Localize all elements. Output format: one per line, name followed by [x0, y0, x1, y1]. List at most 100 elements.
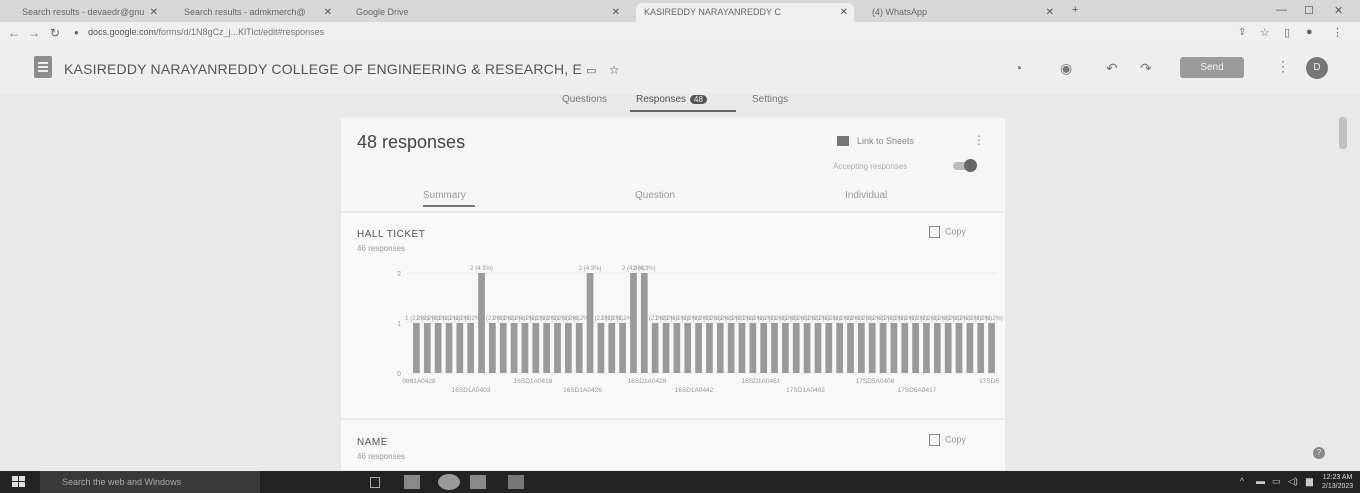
profile-icon[interactable]: ●: [1306, 26, 1313, 38]
volume-icon[interactable]: ◁): [1288, 476, 1298, 487]
redo-icon[interactable]: ↷: [1140, 60, 1152, 77]
tab-label: Search results - admkmerch@: [184, 7, 306, 17]
accepting-responses-toggle[interactable]: [953, 159, 977, 172]
tab-label: Search results - devaedr@gnu: [22, 7, 145, 17]
close-icon[interactable]: ✕: [612, 3, 620, 22]
bar: [413, 323, 420, 373]
star-icon[interactable]: ☆: [1260, 26, 1270, 39]
bar: [912, 323, 919, 373]
tab-label: (4) WhatsApp: [872, 7, 928, 17]
tab-settings[interactable]: Settings: [752, 94, 788, 105]
bar: [575, 323, 583, 373]
store-icon[interactable]: [470, 475, 486, 489]
bar: [706, 323, 713, 373]
bar: [836, 323, 844, 373]
tray-chevron-icon[interactable]: ^: [1240, 476, 1244, 486]
forms-logo-icon[interactable]: [34, 56, 52, 78]
bar: [532, 323, 540, 373]
form-title[interactable]: KASIREDDY NARAYANREDDY COLLEGE OF ENGINE…: [64, 61, 620, 77]
bar: [760, 323, 768, 373]
page-scrollbar[interactable]: [1339, 117, 1347, 149]
send-button[interactable]: Send: [1180, 57, 1244, 78]
bar: [771, 323, 778, 373]
network-icon[interactable]: ▬: [1256, 476, 1265, 486]
question-label: NAME: [357, 437, 388, 448]
bar: [445, 323, 453, 373]
reload-icon[interactable]: ↻: [50, 26, 60, 40]
tab-questions[interactable]: Questions: [562, 94, 607, 105]
close-icon[interactable]: ✕: [840, 3, 848, 22]
bar: [510, 323, 518, 373]
window-close-icon[interactable]: ✕: [1334, 4, 1343, 17]
tab-responses-label: Responses: [636, 94, 687, 105]
undo-icon[interactable]: ↶: [1106, 60, 1118, 77]
new-tab-icon[interactable]: +: [1072, 4, 1078, 16]
browser-tab-gmail-2[interactable]: Search results - admkmerch@ ✕: [176, 3, 338, 22]
bar: [543, 323, 551, 373]
accepting-responses-label: Accepting responses: [833, 162, 908, 171]
chrome-icon[interactable]: [438, 474, 460, 490]
question-card-name: NAME 46 responses Copy: [341, 420, 1005, 470]
browser-tab-drive[interactable]: Google Drive ✕: [348, 3, 626, 22]
question-card-hall-ticket: HALL TICKET 46 responses Copy 0121 (2.2%…: [341, 213, 1005, 418]
bar: [434, 323, 442, 373]
copy-button[interactable]: Copy: [929, 434, 966, 446]
browser-tab-strip: Search results - devaedr@gnu ✕ Search res…: [0, 0, 1360, 22]
tab-responses[interactable]: Responses 48: [636, 94, 707, 105]
avatar[interactable]: D: [1306, 57, 1328, 79]
close-icon[interactable]: ✕: [150, 3, 158, 22]
more-options-icon[interactable]: ⋮: [1276, 58, 1290, 75]
copy-icon: [929, 434, 940, 446]
palette-icon[interactable]: ◔: [1014, 60, 1022, 76]
bar: [944, 323, 952, 373]
link-to-sheets-button[interactable]: Link to Sheets: [857, 136, 914, 146]
taskbar-clock[interactable]: 12:23 AM 2/13/2023: [1322, 473, 1353, 491]
close-icon[interactable]: ✕: [1046, 3, 1054, 22]
preview-eye-icon[interactable]: ◉: [1060, 60, 1072, 77]
tab-question[interactable]: Question: [635, 190, 675, 201]
folder-icon[interactable]: ▭: [586, 65, 597, 77]
browser-tab-form[interactable]: KASIREDDY NARAYANREDDY C ✕: [636, 3, 854, 22]
file-explorer-icon[interactable]: [404, 475, 420, 489]
tab-summary[interactable]: Summary: [423, 190, 466, 201]
sheets-icon[interactable]: [837, 136, 849, 146]
bar: [478, 273, 485, 373]
bar: [803, 323, 811, 373]
sidepanel-icon[interactable]: ▯: [1284, 26, 1290, 39]
minimize-icon[interactable]: —: [1276, 4, 1287, 16]
maximize-icon[interactable]: ☐: [1304, 4, 1314, 17]
help-icon[interactable]: ?: [1313, 447, 1325, 459]
browser-tab-whatsapp[interactable]: (4) WhatsApp ✕: [864, 3, 1060, 22]
share-icon[interactable]: ⇪: [1238, 27, 1246, 38]
bar: [684, 323, 692, 373]
back-icon[interactable]: ←: [8, 26, 20, 40]
bar: [988, 323, 995, 373]
close-icon[interactable]: ✕: [324, 3, 332, 22]
responses-title: 48 responses: [357, 132, 466, 152]
tab-individual[interactable]: Individual: [845, 190, 887, 201]
photos-icon[interactable]: [508, 475, 524, 489]
bar: [727, 323, 735, 373]
bar: [499, 323, 507, 373]
star-icon[interactable]: ☆: [609, 63, 620, 77]
x-tick-label: 16SD1A0442: [675, 387, 714, 394]
bar: [662, 323, 670, 373]
active-tab-indicator: [423, 205, 475, 207]
taskbar-search-box[interactable]: Search the web and Windows: [40, 471, 260, 493]
y-tick-label: 0: [397, 371, 401, 378]
task-view-icon[interactable]: [370, 477, 380, 488]
bar: [489, 323, 496, 373]
battery-icon[interactable]: ▭: [1272, 476, 1281, 487]
browser-tab-gmail-1[interactable]: Search results - devaedr@gnu ✕: [14, 3, 164, 22]
more-options-icon[interactable]: ⋮: [973, 133, 985, 147]
bar: [586, 273, 594, 373]
forward-icon[interactable]: →: [28, 26, 40, 40]
windows-taskbar: Search the web and Windows ^ ▬ ▭ ◁) ▆ 12…: [0, 471, 1360, 493]
windows-start-icon[interactable]: [12, 476, 25, 488]
x-tick-label: 16SD1A0426: [563, 387, 602, 394]
menu-icon[interactable]: ⋮: [1332, 26, 1343, 39]
notification-icon[interactable]: ▆: [1306, 476, 1313, 487]
url-field[interactable]: docs.google.com/forms/d/1N8gCz_j...KlTlc…: [88, 27, 324, 37]
form-title-text: KASIREDDY NARAYANREDDY COLLEGE OF ENGINE…: [64, 61, 582, 77]
bar: [597, 323, 605, 373]
